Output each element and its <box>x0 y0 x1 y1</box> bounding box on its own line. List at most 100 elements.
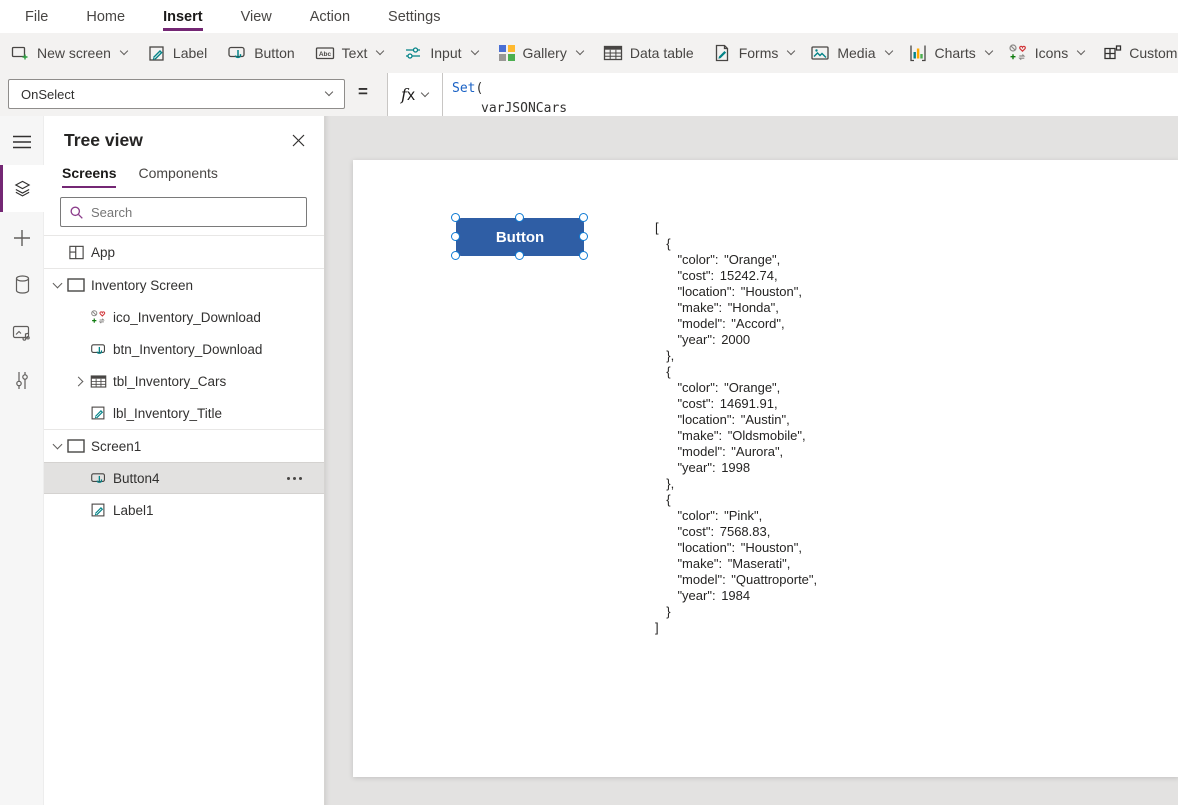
tree-item-button4[interactable]: Button4 <box>44 462 324 494</box>
layers-icon <box>13 179 32 198</box>
chevron-down-icon <box>984 46 993 56</box>
button-button[interactable]: Button <box>217 33 304 73</box>
insert-ribbon: New screen Label Button Abc Text Input G… <box>0 33 1178 73</box>
equals-sign: = <box>358 82 368 101</box>
menu-home[interactable]: Home <box>86 0 125 33</box>
tree-view-rail-button[interactable] <box>0 165 44 212</box>
tree-item-label: ico_Inventory_Download <box>113 309 261 325</box>
tab-screens[interactable]: Screens <box>62 165 117 188</box>
button-control-icon <box>89 341 107 358</box>
new-screen-button[interactable]: New screen <box>0 33 137 73</box>
search-input[interactable] <box>91 204 298 220</box>
charts-label: Charts <box>934 45 976 61</box>
screens-tree: App Inventory Screen ico_Inventory_Downl… <box>44 235 324 526</box>
tree-item-btn-inventory-download[interactable]: btn_Inventory_Download <box>44 333 324 365</box>
chevron-down-icon <box>787 46 796 56</box>
media-rail-button[interactable] <box>0 309 44 356</box>
insert-rail-button[interactable] <box>0 214 44 261</box>
tree-item-label: btn_Inventory_Download <box>113 341 263 357</box>
custom-dropdown[interactable]: Custom <box>1092 33 1178 73</box>
charts-icon <box>908 43 928 63</box>
label-label: Label <box>172 45 208 61</box>
app-icon <box>67 244 85 261</box>
tree-item-lbl-inventory-title[interactable]: lbl_Inventory_Title <box>44 397 324 429</box>
advanced-tools-rail-button[interactable] <box>0 357 44 404</box>
tree-item-ico-inventory-download[interactable]: ico_Inventory_Download <box>44 301 324 333</box>
resize-handle-bottom-left[interactable] <box>451 251 460 260</box>
menu-insert[interactable]: Insert <box>163 0 203 33</box>
data-table-button[interactable]: Data table <box>593 33 704 73</box>
icons-dropdown[interactable]: Icons <box>1000 33 1092 73</box>
tree-item-inventory-screen[interactable]: Inventory Screen <box>44 269 324 301</box>
chevron-down-icon[interactable] <box>52 278 62 289</box>
label-icon <box>147 44 166 63</box>
resize-handle-middle-left[interactable] <box>451 232 460 241</box>
table-control-icon <box>89 373 107 390</box>
resize-handle-middle-right[interactable] <box>579 232 588 241</box>
tree-item-tbl-inventory-cars[interactable]: tbl_Inventory_Cars <box>44 365 324 397</box>
close-panel-button[interactable] <box>288 130 308 150</box>
more-options-button[interactable] <box>287 477 302 480</box>
resize-handle-bottom-center[interactable] <box>515 251 524 260</box>
forms-label: Forms <box>738 45 779 61</box>
fx-dropdown[interactable]: fx <box>387 73 443 116</box>
menu-bar: File Home Insert View Action Settings <box>0 0 1178 33</box>
label-button[interactable]: Label <box>137 33 217 73</box>
new-screen-label: New screen <box>37 45 111 61</box>
tree-tabs: Screens Components <box>62 165 218 188</box>
tree-item-label1[interactable]: Label1 <box>44 494 324 526</box>
forms-dropdown[interactable]: Forms <box>704 33 803 73</box>
resize-handle-top-left[interactable] <box>451 213 460 222</box>
menu-settings[interactable]: Settings <box>388 0 440 33</box>
chevron-down-icon <box>1076 46 1086 56</box>
menu-file[interactable]: File <box>25 0 48 33</box>
plus-icon <box>13 229 31 247</box>
screen1-artboard[interactable]: Button [ { "color": "Orange", "cost": 15… <box>353 160 1178 777</box>
tree-item-label: Label1 <box>113 502 154 518</box>
chevron-down-icon <box>420 88 430 97</box>
sliders-vertical-icon <box>13 371 31 390</box>
gallery-label: Gallery <box>522 45 567 61</box>
tree-item-screen1[interactable]: Screen1 <box>44 430 324 462</box>
text-abc-icon: Abc <box>315 43 335 63</box>
screen-icon <box>67 438 85 454</box>
property-selector[interactable]: OnSelect <box>8 79 345 109</box>
tab-components[interactable]: Components <box>138 165 217 188</box>
text-label: Text <box>341 45 368 61</box>
chevron-down-icon <box>470 46 479 56</box>
formula-bar: OnSelect = fx Set( varJSONCars <box>0 73 1178 116</box>
chevron-down-icon <box>884 46 893 56</box>
tree-item-label: lbl_Inventory_Title <box>113 405 223 421</box>
formula-input[interactable]: Set( varJSONCars <box>452 79 1178 116</box>
data-sources-rail-button[interactable] <box>0 261 44 308</box>
hamburger-menu-button[interactable] <box>0 118 44 165</box>
tree-item-app[interactable]: App <box>44 236 324 268</box>
powerapps-studio: File Home Insert View Action Settings Ne… <box>0 0 1178 805</box>
database-cylinder-icon <box>14 275 31 294</box>
chevron-down-icon[interactable] <box>52 439 62 450</box>
custom-label: Custom <box>1129 45 1178 61</box>
icon-control-icon <box>89 309 107 326</box>
chevron-right-icon[interactable] <box>73 376 83 386</box>
chevron-down-icon <box>119 46 129 56</box>
tree-view-panel: Tree view Screens Components App Invento… <box>44 116 325 805</box>
formula-line-2: varJSONCars <box>481 101 568 116</box>
input-dropdown[interactable]: Input <box>393 33 487 73</box>
custom-components-icon <box>1102 43 1122 63</box>
icons-label: Icons <box>1034 45 1069 61</box>
menu-view[interactable]: View <box>241 0 272 33</box>
chevron-down-icon <box>575 46 585 56</box>
media-dropdown[interactable]: Media <box>802 33 899 73</box>
charts-dropdown[interactable]: Charts <box>900 33 1000 73</box>
chevron-down-icon <box>376 46 385 56</box>
text-dropdown[interactable]: Abc Text <box>305 33 394 73</box>
tree-search-box[interactable] <box>60 197 307 227</box>
canvas-label1-json-text[interactable]: [ { "color": "Orange", "cost": 15242.74,… <box>655 220 817 636</box>
media-note-icon <box>12 324 32 342</box>
resize-handle-top-right[interactable] <box>579 213 588 222</box>
resize-handle-bottom-right[interactable] <box>579 251 588 260</box>
resize-handle-top-center[interactable] <box>515 213 524 222</box>
gallery-dropdown[interactable]: Gallery <box>488 33 593 73</box>
hamburger-icon <box>13 135 31 149</box>
menu-action[interactable]: Action <box>310 0 350 33</box>
